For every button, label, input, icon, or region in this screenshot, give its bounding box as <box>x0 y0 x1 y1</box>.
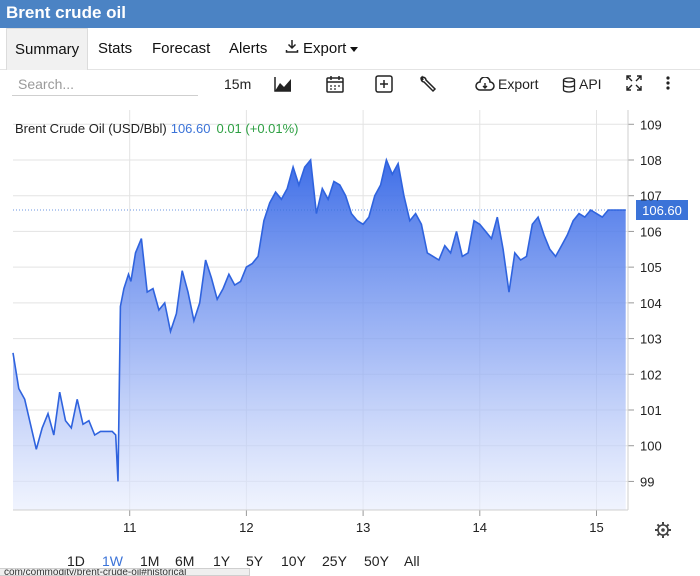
range-all[interactable]: All <box>404 553 420 569</box>
x-axis: 11 12 13 14 15 <box>13 509 628 535</box>
api-button[interactable]: API <box>562 74 602 94</box>
range-1m[interactable]: 1M <box>140 553 159 569</box>
status-bar-url: com/commodity/brent-crude-oil#historical <box>0 568 250 576</box>
y-tick-label: 106 <box>640 224 662 239</box>
y-tick-label: 99 <box>640 474 654 489</box>
chart-legend: Brent Crude Oil (USD/Bbl) 106.60 0.01 (+0.… <box>15 121 299 136</box>
legend-price: 106.60 <box>171 121 211 136</box>
range-6m[interactable]: 6M <box>175 553 194 569</box>
api-label: API <box>579 76 602 92</box>
database-icon <box>562 77 576 93</box>
tab-export[interactable]: Export <box>285 28 359 70</box>
legend-change: 0.01 (+0.01%) <box>216 121 298 136</box>
y-tick-label: 105 <box>640 260 662 275</box>
x-tick-label: 13 <box>356 520 370 535</box>
search-input[interactable] <box>12 72 198 96</box>
range-1d[interactable]: 1D <box>67 553 85 569</box>
y-tick-label: 108 <box>640 153 662 168</box>
download-icon <box>285 28 299 70</box>
y-tick-label: 107 <box>640 189 662 204</box>
y-tick-label: 104 <box>640 296 662 311</box>
tab-forecast[interactable]: Forecast <box>152 28 210 70</box>
nav-tabs: Summary Stats Forecast Alerts Export <box>0 28 700 70</box>
y-tick-label: 109 <box>640 117 662 132</box>
interval-selector[interactable]: 15m <box>224 74 251 94</box>
tab-stats[interactable]: Stats <box>98 28 132 70</box>
gear-icon[interactable] <box>655 522 671 538</box>
chart-type-icon[interactable] <box>273 74 293 94</box>
x-tick-label: 11 <box>123 520 137 535</box>
legend-series-name: Brent Crude Oil (USD/Bbl) <box>15 121 167 136</box>
calendar-icon[interactable] <box>325 74 345 94</box>
price-chart[interactable]: 106.60 99100101102103104105106107108109 … <box>0 98 700 546</box>
range-5y[interactable]: 5Y <box>246 553 263 569</box>
range-10y[interactable]: 10Y <box>281 553 306 569</box>
export-chart-button[interactable]: Export <box>475 74 538 94</box>
last-price-label: 106.60 <box>642 203 682 218</box>
range-50y[interactable]: 50Y <box>364 553 389 569</box>
x-tick-label: 14 <box>473 520 487 535</box>
chevron-down-icon <box>350 46 359 52</box>
x-tick-label: 12 <box>239 520 253 535</box>
tab-export-label: Export <box>303 40 347 57</box>
add-indicator-icon[interactable] <box>374 74 394 94</box>
y-axis: 99 100 101 102 103 104 105 106 107 108 109 <box>627 110 662 510</box>
y-tick-label: 103 <box>640 332 662 347</box>
title-bar: Brent crude oil <box>0 0 700 28</box>
wrench-icon[interactable] <box>418 74 438 94</box>
export-chart-label: Export <box>498 76 539 92</box>
x-tick-label: 15 <box>589 520 603 535</box>
y-tick-label: 101 <box>640 403 662 418</box>
more-options-icon[interactable] <box>664 74 672 94</box>
y-tick-label: 100 <box>640 439 662 454</box>
range-25y[interactable]: 25Y <box>322 553 347 569</box>
tab-summary[interactable]: Summary <box>6 28 89 70</box>
tab-alerts[interactable]: Alerts <box>229 28 267 70</box>
range-1y[interactable]: 1Y <box>213 553 230 569</box>
chart-toolbar: 15m Export API <box>0 70 700 98</box>
fullscreen-icon[interactable] <box>625 74 643 94</box>
cloud-download-icon <box>475 77 495 93</box>
page-title: Brent crude oil <box>6 3 126 22</box>
range-1w[interactable]: 1W <box>102 553 123 569</box>
y-tick-label: 102 <box>640 367 662 382</box>
